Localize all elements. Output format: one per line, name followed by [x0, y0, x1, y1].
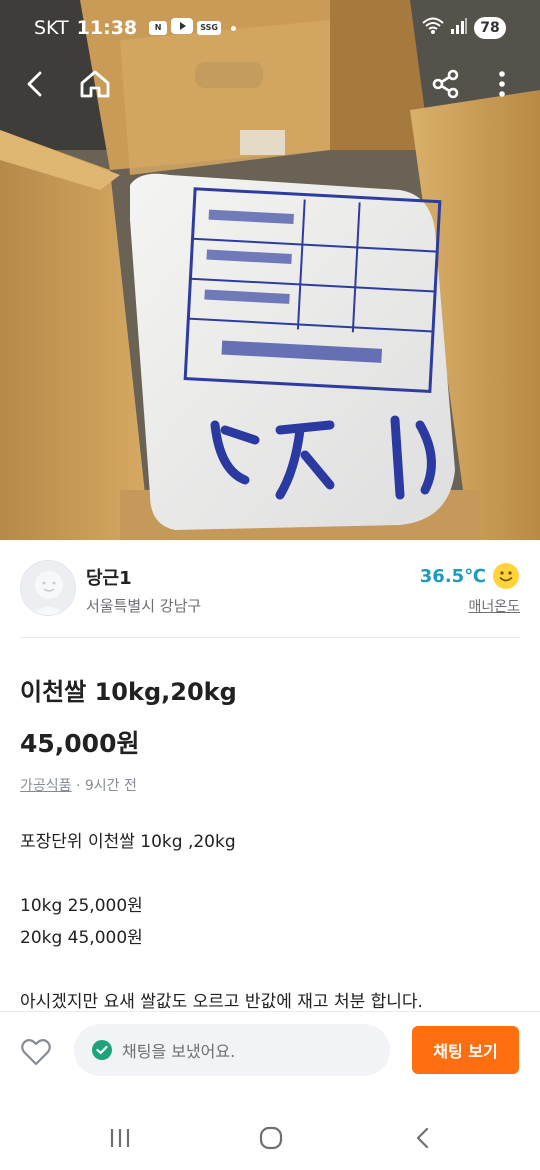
home-button[interactable] [73, 62, 117, 106]
notification-dot-icon [231, 25, 237, 31]
category-link[interactable]: 가공식품 [20, 778, 72, 794]
youtube-notification-icon [171, 17, 194, 39]
heart-icon [21, 1039, 51, 1066]
top-app-bar [0, 56, 540, 112]
default-avatar-icon [21, 561, 75, 615]
seller-profile[interactable]: 당근1 서울특별시 강남구 36.5℃ 매너온도 [20, 540, 520, 638]
more-options-button[interactable] [480, 62, 524, 106]
status-bar: SKT 11:38 N SSG 78 [0, 0, 540, 56]
more-vertical-icon [499, 71, 505, 97]
back-arrow-icon [27, 71, 42, 97]
listing-meta: 가공식품 · 9시간 전 [20, 775, 137, 795]
signal-icon [450, 17, 468, 39]
description-line: 포장단위 이천쌀 10kg ,20kg [20, 832, 236, 852]
chat-status-text: 채팅을 보냈어요. [122, 1042, 236, 1061]
home-icon [80, 70, 110, 98]
system-back-button[interactable] [403, 1122, 443, 1154]
description-line: 10kg 25,000원 [20, 896, 143, 916]
share-button[interactable] [424, 62, 468, 106]
smile-face-icon [493, 563, 519, 589]
description-line [20, 858, 520, 890]
wifi-icon [422, 17, 444, 39]
temperature-value: 36.5℃ [419, 565, 486, 587]
chat-status-pill: 채팅을 보냈어요. [74, 1024, 390, 1076]
check-circle-icon [92, 1040, 112, 1060]
back-chevron-icon [416, 1127, 429, 1149]
listing-description: 포장단위 이천쌀 10kg ,20kg 10kg 25,000원 20kg 45… [20, 826, 520, 1018]
avatar[interactable] [20, 560, 76, 616]
back-button[interactable] [14, 62, 58, 106]
bottom-action-bar: 채팅을 보냈어요. 채팅 보기 [0, 1011, 540, 1091]
recent-apps-icon [110, 1129, 130, 1147]
manner-temperature[interactable]: 36.5℃ [420, 562, 520, 590]
seller-region: 서울특별시 강남구 [86, 597, 202, 615]
like-button[interactable] [18, 1034, 54, 1070]
clock: 11:38 [76, 17, 138, 39]
posted-time: · 9시간 전 [75, 778, 137, 794]
home-circle-icon [259, 1126, 283, 1150]
listing-price: 45,000원 [20, 729, 140, 758]
description-line: 20kg 45,000원 [20, 928, 143, 948]
carrier-label: SKT [34, 17, 69, 39]
view-chat-button[interactable]: 채팅 보기 [412, 1026, 519, 1074]
ssg-notification-icon: SSG [197, 21, 222, 35]
system-home-button[interactable] [251, 1122, 291, 1154]
naver-notification-icon: N [149, 21, 168, 35]
system-navigation-bar [0, 1100, 540, 1170]
recent-apps-button[interactable] [100, 1122, 140, 1154]
description-line [20, 954, 520, 986]
listing-title: 이천쌀 10kg,20kg [20, 678, 237, 706]
seller-name: 당근1 [86, 568, 132, 589]
battery-indicator: 78 [474, 17, 506, 39]
share-icon [432, 69, 459, 99]
manner-temperature-link[interactable]: 매너온도 [468, 596, 520, 616]
